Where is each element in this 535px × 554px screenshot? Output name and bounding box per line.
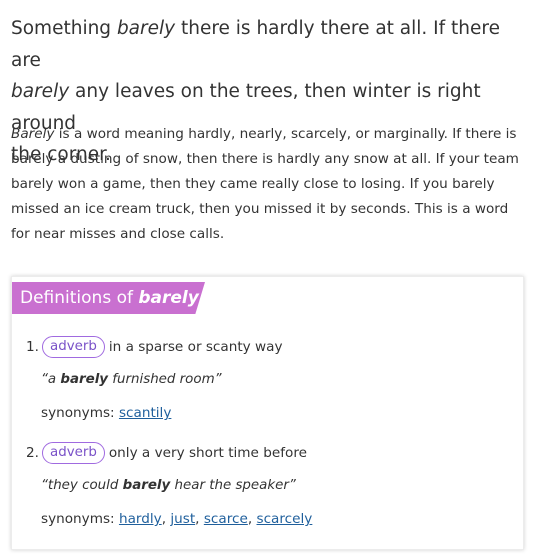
synonym-separator: , xyxy=(247,511,257,527)
sense-example: “a barely furnished room” xyxy=(41,372,222,387)
long-def-emphasis: Barely xyxy=(11,126,55,142)
definitions-title-word: barely xyxy=(138,288,199,308)
sense-example: “they could barely hear the speaker” xyxy=(41,478,296,493)
part-of-speech-badge[interactable]: adverb xyxy=(41,442,105,464)
example-text: furnished room” xyxy=(108,372,222,387)
synonym-link[interactable]: scarce xyxy=(204,511,248,527)
sense-definition-line: 2. adverb only a very short time before xyxy=(26,442,307,464)
sense-definition-line: 1. adverb in a sparse or scanty way xyxy=(26,336,283,358)
long-def-text: is a word meaning hardly, nearly, scarce… xyxy=(11,126,519,242)
synonym-link[interactable]: just xyxy=(170,511,195,527)
definitions-title: Definitions of barely xyxy=(20,282,199,314)
example-text: hear the speaker” xyxy=(170,478,296,493)
sense-synonyms: synonyms: scantily xyxy=(41,405,171,421)
example-text: “a xyxy=(41,372,61,387)
sense-synonyms: synonyms: hardly, just, scarce, scarcely xyxy=(41,511,312,527)
definitions-card: Definitions of barely 1. adverb in a spa… xyxy=(11,276,524,550)
definitions-title-prefix: Definitions of xyxy=(20,288,139,308)
long-definition: Barely is a word meaning hardly, nearly,… xyxy=(11,122,527,247)
synonym-link[interactable]: scarcely xyxy=(257,511,313,527)
short-def-emphasis: barely xyxy=(11,81,70,102)
synonym-separator: , xyxy=(195,511,204,527)
synonyms-label: synonyms: xyxy=(41,511,115,527)
short-def-emphasis: barely xyxy=(116,18,176,39)
part-of-speech-badge[interactable]: adverb xyxy=(41,336,105,358)
sense-definition: in a sparse or scanty way xyxy=(108,339,283,355)
sense-definition: only a very short time before xyxy=(108,445,307,461)
sense-number: 2. xyxy=(26,445,39,461)
synonym-link[interactable]: hardly xyxy=(119,511,162,527)
synonyms-label: synonyms: xyxy=(41,405,115,421)
definitions-banner: Definitions of barely xyxy=(12,282,205,314)
example-keyword: barely xyxy=(122,478,171,493)
example-text: “they could xyxy=(41,478,123,493)
short-def-text: Something xyxy=(11,18,117,39)
sense-number: 1. xyxy=(26,339,39,355)
synonym-link[interactable]: scantily xyxy=(119,405,171,421)
example-keyword: barely xyxy=(60,372,109,387)
